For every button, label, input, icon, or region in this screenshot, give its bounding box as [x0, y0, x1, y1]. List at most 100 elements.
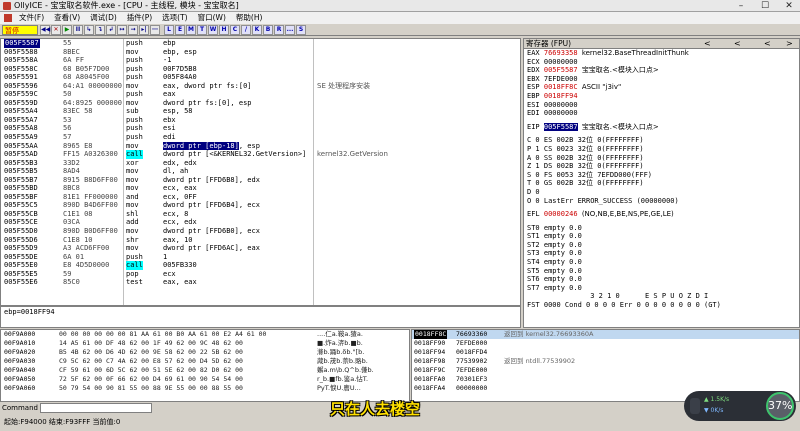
- stack-row[interactable]: 0018FF8C 76693360 返回到 kernel32.76693360A: [412, 330, 799, 339]
- references-window-button[interactable]: R: [274, 24, 284, 35]
- fpu-row[interactable]: ST4 empty 0.0: [524, 258, 799, 267]
- register-value[interactable]: 76693358: [544, 49, 578, 57]
- register-row[interactable]: ESP 0018FF8C ASCII "j3iv": [524, 83, 799, 92]
- disasm-row[interactable]: 005F55AA 8965 E8 mov dword ptr [ebp-18], es…: [1, 141, 520, 151]
- register-row[interactable]: ECX 00000000: [524, 58, 799, 67]
- stack-row[interactable]: 0018FF90 7EFDE000: [412, 339, 799, 348]
- disasm-row[interactable]: 005F5588 8BEC mov ebp, esp: [1, 48, 520, 57]
- disasm-row[interactable]: 005F55DE 6A 01 push 1: [1, 253, 520, 262]
- dump-row[interactable]: 00F9A050 72 5F 62 00 0F 66 62 00 D4 69 61…: [1, 375, 409, 384]
- disasm-row[interactable]: 005F55D6 C1E8 10 shr eax, 10: [1, 236, 520, 245]
- register-value[interactable]: 0018FF8C: [544, 83, 578, 91]
- disasm-row[interactable]: 005F55BF 81E1 FF000000 and ecx, 0FF: [1, 193, 520, 202]
- disasm-row[interactable]: 005F55CE 03CA add ecx, edx: [1, 218, 520, 227]
- register-row[interactable]: EIP 005F5587 宝宝取名.<模块入口点>: [524, 122, 799, 132]
- register-value[interactable]: 0018FF94: [544, 92, 578, 100]
- stack-row[interactable]: 0018FF98 77539902 返回到 ntdll.77539902: [412, 357, 799, 366]
- patches-window-button[interactable]: /: [241, 24, 251, 35]
- execute-till-return-button[interactable]: →: [128, 24, 138, 35]
- run-trace-button[interactable]: ...: [285, 24, 295, 35]
- disasm-row[interactable]: 005F55BD 8BC8 mov ecx, eax: [1, 184, 520, 193]
- fpu-row[interactable]: ST3 empty 0.0: [524, 249, 799, 258]
- register-value[interactable]: 00000000: [544, 109, 578, 117]
- step-into-button[interactable]: ↳: [84, 24, 94, 35]
- disasm-row[interactable]: 005F55A9 57 push edi: [1, 133, 520, 142]
- disasm-row[interactable]: 005F55D0 890D B0D6FF00 mov dword ptr [FFD6B…: [1, 227, 520, 236]
- dump-row[interactable]: 00F9A000 00 00 00 00 00 00 81 AA 61 00 B0…: [1, 330, 409, 339]
- disasm-row[interactable]: 005F5587 55 push ebp: [1, 39, 520, 48]
- fpu-status-row[interactable]: FST 0000 Cond 0 0 0 0 Err 0 0 0 0 0 0 0 …: [524, 301, 799, 310]
- flag-row[interactable]: A 0 SS 002B 32位 0(FFFFFFFF): [524, 154, 799, 163]
- windows-window-button[interactable]: W: [208, 24, 218, 35]
- fpu-row[interactable]: ST5 empty 0.0: [524, 267, 799, 276]
- log-window-button[interactable]: L: [164, 24, 174, 35]
- disasm-row[interactable]: 005F55B3 33D2 xor edx, edx: [1, 159, 520, 168]
- source-window-button[interactable]: S: [296, 24, 306, 35]
- disasm-row[interactable]: 005F55AD FF15 A0326300 call dword ptr [<&KE…: [1, 150, 520, 159]
- register-row[interactable]: ESI 00000000: [524, 101, 799, 110]
- disasm-row[interactable]: 005F558A 6A FF push -1: [1, 56, 520, 65]
- disassembly-pane[interactable]: 005F5587 55 push ebp 005F5588 8BEC mov ebp, esp…: [0, 38, 521, 306]
- callstack-window-button[interactable]: K: [252, 24, 262, 35]
- prev-arrow-icon-2[interactable]: <: [734, 39, 741, 49]
- dump-row[interactable]: 00F9A030 C9 5C 62 00 C7 4A 62 00 E8 57 62…: [1, 357, 409, 366]
- fpu-row[interactable]: ST6 empty 0.0: [524, 275, 799, 284]
- disasm-row[interactable]: 005F55B7 8915 B8D6FF00 mov dword ptr [FFD6B…: [1, 176, 520, 185]
- disasm-row[interactable]: 005F55C5 890D B4D6FF00 mov dword ptr [FFD6B…: [1, 201, 520, 210]
- memory-window-button[interactable]: M: [186, 24, 196, 35]
- rewind-button[interactable]: ◀◀: [40, 24, 50, 35]
- menu-plugins[interactable]: 插件(P): [122, 12, 157, 24]
- modules-window-button[interactable]: E: [175, 24, 185, 35]
- flag-row[interactable]: O 0 LastErr ERROR_SUCCESS (00000000): [524, 197, 799, 206]
- fpu-row[interactable]: ST0 empty 0.0: [524, 224, 799, 233]
- registers-header[interactable]: 寄存器 (FPU) < < < >: [524, 39, 799, 49]
- register-value[interactable]: 00000000: [544, 101, 578, 109]
- register-row[interactable]: EBX 7EFDE000: [524, 75, 799, 84]
- disasm-row[interactable]: 005F5591 68 A8045F00 push 005F84A0: [1, 73, 520, 82]
- menu-help[interactable]: 帮助(H): [231, 12, 268, 24]
- threads-window-button[interactable]: T: [197, 24, 207, 35]
- command-input[interactable]: [40, 403, 152, 413]
- app-menu-icon[interactable]: [4, 14, 12, 22]
- cpu-window-button[interactable]: C: [230, 24, 240, 35]
- disasm-row[interactable]: 005F55E5 59 pop ecx: [1, 270, 520, 279]
- disasm-row[interactable]: 005F55D9 A3 ACD6FF00 mov dword ptr [FFD6AC]…: [1, 244, 520, 253]
- flag-row[interactable]: C 0 ES 002B 32位 0(FFFFFFFF): [524, 136, 799, 145]
- stack-row[interactable]: 0018FFA0 70301EF3: [412, 375, 799, 384]
- register-row[interactable]: EAX 76693358 kernel32.BaseThreadInitThun…: [524, 49, 799, 58]
- register-value[interactable]: 00000000: [544, 58, 578, 66]
- pause-button[interactable]: II: [73, 24, 83, 35]
- more-button[interactable]: ⋯: [150, 24, 160, 35]
- trace-into-button[interactable]: ↲: [106, 24, 116, 35]
- disasm-row[interactable]: 005F55E0 E8 4D5D0000 call 005FB330: [1, 261, 520, 270]
- disasm-row[interactable]: 005F55CB C1E1 08 shl ecx, 8: [1, 210, 520, 219]
- menu-file[interactable]: 文件(F): [14, 12, 49, 24]
- close-button[interactable]: ✕: [778, 0, 800, 12]
- menu-debug[interactable]: 调试(D): [85, 12, 122, 24]
- disasm-row[interactable]: 005F559D 64:8925 000000 mov dword ptr fs:[0…: [1, 99, 520, 108]
- stack-row[interactable]: 0018FF94 0018FFD4: [412, 348, 799, 357]
- dump-row[interactable]: 00F9A020 B5 4B 62 00 D6 4D 62 00 9E 58 62…: [1, 348, 409, 357]
- disasm-row[interactable]: 005F5596 64:A1 00000000 mov eax, dword ptr …: [1, 82, 520, 91]
- dump-row[interactable]: 00F9A060 50 79 54 00 90 81 55 00 88 9E 55…: [1, 384, 409, 393]
- register-row[interactable]: EBP 0018FF94: [524, 92, 799, 101]
- run-button[interactable]: ▶: [62, 24, 72, 35]
- right-arrow-icon[interactable]: >: [786, 39, 793, 49]
- prev-arrow-icon[interactable]: <: [704, 39, 711, 49]
- register-row[interactable]: EDI 00000000: [524, 109, 799, 118]
- close-debug-button[interactable]: ✕: [51, 24, 61, 35]
- memory-dump-pane[interactable]: 00F9A000 00 00 00 00 00 00 81 AA 61 00 B0…: [0, 329, 410, 402]
- menu-view[interactable]: 查看(V): [49, 12, 85, 24]
- register-row[interactable]: EFL 00000246 (NO,NB,E,BE,NS,PE,GE,LE): [524, 210, 799, 219]
- dump-row[interactable]: 00F9A040 CF 59 61 00 6D 5C 62 00 51 5E 62…: [1, 366, 409, 375]
- fpu-row[interactable]: ST2 empty 0.0: [524, 241, 799, 250]
- maximize-button[interactable]: ☐: [754, 0, 776, 12]
- minimize-button[interactable]: –: [730, 0, 752, 12]
- flag-row[interactable]: P 1 CS 0023 32位 0(FFFFFFFF): [524, 145, 799, 154]
- stack-row[interactable]: 0018FF9C 7EFDE000: [412, 366, 799, 375]
- disasm-row[interactable]: 005F55B5 8AD4 mov dl, ah: [1, 167, 520, 176]
- register-value[interactable]: 005F5587: [543, 122, 578, 131]
- flag-row[interactable]: T 0 GS 002B 32位 0(FFFFFFFF): [524, 179, 799, 188]
- disasm-row[interactable]: 005F55A8 56 push esi: [1, 124, 520, 133]
- handles-window-button[interactable]: H: [219, 24, 229, 35]
